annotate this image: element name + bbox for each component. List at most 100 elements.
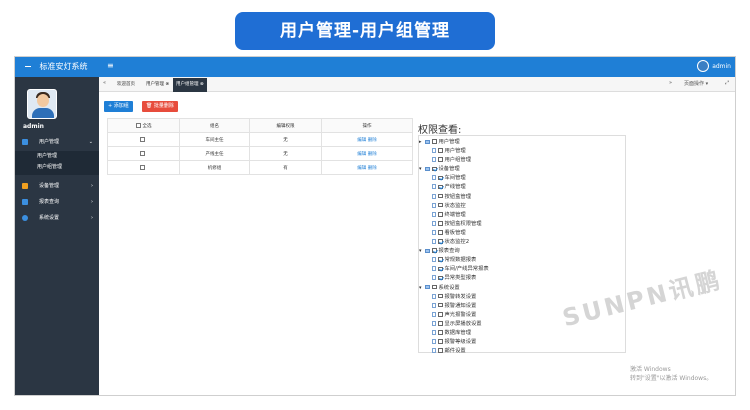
- row-checkbox[interactable]: [140, 136, 145, 142]
- tree-leaf-node[interactable]: 数据库管理: [419, 329, 625, 338]
- page-ops-dropdown[interactable]: 页面操作 ▾: [684, 80, 708, 87]
- tree-group-node[interactable]: ▾ 报表查询: [419, 247, 625, 256]
- tree-leaf-node[interactable]: 用户组管理: [419, 156, 625, 165]
- user-menu[interactable]: admin: [697, 60, 731, 72]
- file-icon: [432, 348, 436, 354]
- checkbox[interactable]: [438, 175, 443, 181]
- file-icon: [432, 148, 436, 154]
- checkbox[interactable]: [438, 302, 443, 308]
- batch-delete-button[interactable]: 🗑 批量删除: [142, 101, 178, 112]
- file-icon: [432, 220, 436, 226]
- tab-welcome[interactable]: 欢迎首页: [114, 80, 138, 90]
- file-icon: [432, 339, 436, 345]
- add-group-button[interactable]: + 添加组: [104, 101, 133, 112]
- row-checkbox[interactable]: [140, 150, 145, 156]
- checkbox[interactable]: [438, 321, 443, 326]
- checkbox[interactable]: [438, 193, 443, 199]
- checkbox[interactable]: [438, 221, 443, 226]
- checkbox[interactable]: [438, 330, 443, 335]
- row-checkbox[interactable]: [140, 164, 145, 170]
- tree-node-label: 用户管理: [444, 148, 466, 155]
- sidebar-subitem-users[interactable]: 用户管理: [15, 151, 99, 162]
- sidebar-item-device-management[interactable]: 设备管理 ›: [15, 179, 99, 193]
- tree-leaf-node[interactable]: 异常类型报表: [419, 274, 625, 283]
- tree-leaf-node[interactable]: 车间管理: [419, 174, 625, 183]
- tree-leaf-node[interactable]: 终端管理: [419, 211, 625, 220]
- tree-node-label: 状态监控2: [444, 239, 470, 246]
- sidebar-item-reports[interactable]: 报表查询 ›: [15, 195, 99, 209]
- file-icon: [432, 202, 436, 208]
- app-window: 标准安灯系统 ≡ admin admin 用户管理 ⌄ 用户管理 用户组管理 设…: [14, 56, 736, 396]
- page-banner: 用户管理-用户组管理: [235, 12, 495, 50]
- checkbox[interactable]: [438, 348, 443, 353]
- row-actions[interactable]: 编辑 删除: [321, 160, 413, 175]
- app-brand[interactable]: 标准安灯系统: [25, 61, 88, 72]
- tree-leaf-node[interactable]: 看板管理: [419, 229, 625, 238]
- checkbox[interactable]: [432, 248, 437, 253]
- top-bar: 标准安灯系统 ≡ admin: [15, 57, 735, 77]
- fullscreen-icon[interactable]: ⤢: [725, 80, 729, 86]
- tree-leaf-node[interactable]: 产线管理: [419, 183, 625, 192]
- tab-prev-button[interactable]: «: [103, 80, 106, 86]
- wrench-icon: [22, 183, 28, 189]
- checkbox[interactable]: [432, 166, 437, 172]
- tree-leaf-node[interactable]: 车间/产线异常报表: [419, 265, 625, 274]
- tree-node-label: 系统设置: [438, 284, 460, 291]
- checkbox[interactable]: [438, 202, 443, 208]
- cell-group-name: 车间主任: [179, 132, 250, 147]
- checkbox[interactable]: [438, 230, 443, 235]
- checkbox[interactable]: [438, 257, 443, 262]
- checkbox[interactable]: [438, 312, 443, 317]
- checkbox[interactable]: [438, 184, 443, 190]
- tree-leaf-node[interactable]: 状态监控2: [419, 238, 625, 247]
- tab-user-group-management[interactable]: 用户组管理 ⊗: [173, 78, 207, 92]
- checkbox[interactable]: [432, 139, 437, 144]
- menu-toggle-button[interactable]: ≡: [107, 61, 114, 70]
- tree-leaf-node[interactable]: 按钮盒权限管理: [419, 220, 625, 229]
- group-table: 全选 组名 编辑权限 操作 车间主任 无 编辑 删除 产线主任 无 编辑 删除 …: [107, 118, 413, 175]
- user-icon: [22, 139, 28, 145]
- checkbox[interactable]: [135, 122, 141, 128]
- checkbox[interactable]: [438, 148, 443, 153]
- table-row: 产线主任 无 编辑 删除: [107, 146, 413, 161]
- table-row: 车间主任 无 编辑 删除: [107, 132, 413, 147]
- checkbox[interactable]: [438, 157, 443, 162]
- row-actions[interactable]: 编辑 删除: [321, 132, 413, 147]
- tab-next-button[interactable]: »: [669, 80, 672, 86]
- file-icon: [432, 275, 436, 281]
- sidebar-item-user-management[interactable]: 用户管理 ⌄: [15, 135, 99, 149]
- checkbox[interactable]: [438, 239, 443, 244]
- tree-node-label: 状态监控: [444, 202, 466, 209]
- windows-activation-notice: 激活 Windows 转到"设置"以激活 Windows。: [630, 366, 713, 382]
- avatar-icon: [697, 60, 710, 72]
- tree-group-node[interactable]: ▾ 设备管理: [419, 165, 625, 174]
- user-name: admin: [712, 62, 731, 70]
- sidebar-subitem-user-groups[interactable]: 用户组管理: [15, 162, 99, 175]
- tree-leaf-node[interactable]: 邮件设置: [419, 347, 625, 356]
- checkbox[interactable]: [432, 284, 437, 290]
- sidebar-item-settings[interactable]: 系统设置 ›: [15, 211, 99, 225]
- avatar: [27, 89, 57, 119]
- tree-node-label: 看板管理: [444, 229, 466, 236]
- folder-icon: [425, 139, 430, 144]
- chevron-right-icon: ›: [91, 215, 93, 221]
- row-actions[interactable]: 编辑 删除: [321, 146, 413, 161]
- select-all-header[interactable]: 全选: [107, 118, 180, 133]
- tree-leaf-node[interactable]: 报警等级设置: [419, 338, 625, 347]
- tree-leaf-node[interactable]: 状态监控: [419, 202, 625, 211]
- file-icon: [432, 157, 436, 163]
- checkbox[interactable]: [438, 266, 443, 272]
- checkbox[interactable]: [438, 212, 443, 217]
- file-icon: [432, 257, 436, 263]
- checkbox[interactable]: [438, 293, 443, 299]
- tree-leaf-node[interactable]: 用户管理: [419, 147, 625, 156]
- sidebar: admin 用户管理 ⌄ 用户管理 用户组管理 设备管理 › 报表查询 › 系统…: [15, 77, 99, 395]
- gear-icon: [22, 215, 28, 221]
- file-icon: [432, 302, 436, 308]
- tab-user-management[interactable]: 用户管理 ⊗: [143, 80, 172, 90]
- tree-leaf-node[interactable]: 常规数据报表: [419, 256, 625, 265]
- checkbox[interactable]: [438, 275, 443, 281]
- tree-group-node[interactable]: ▸ 用户管理: [419, 138, 625, 147]
- tree-leaf-node[interactable]: 按钮盒管理: [419, 193, 625, 202]
- checkbox[interactable]: [438, 339, 443, 344]
